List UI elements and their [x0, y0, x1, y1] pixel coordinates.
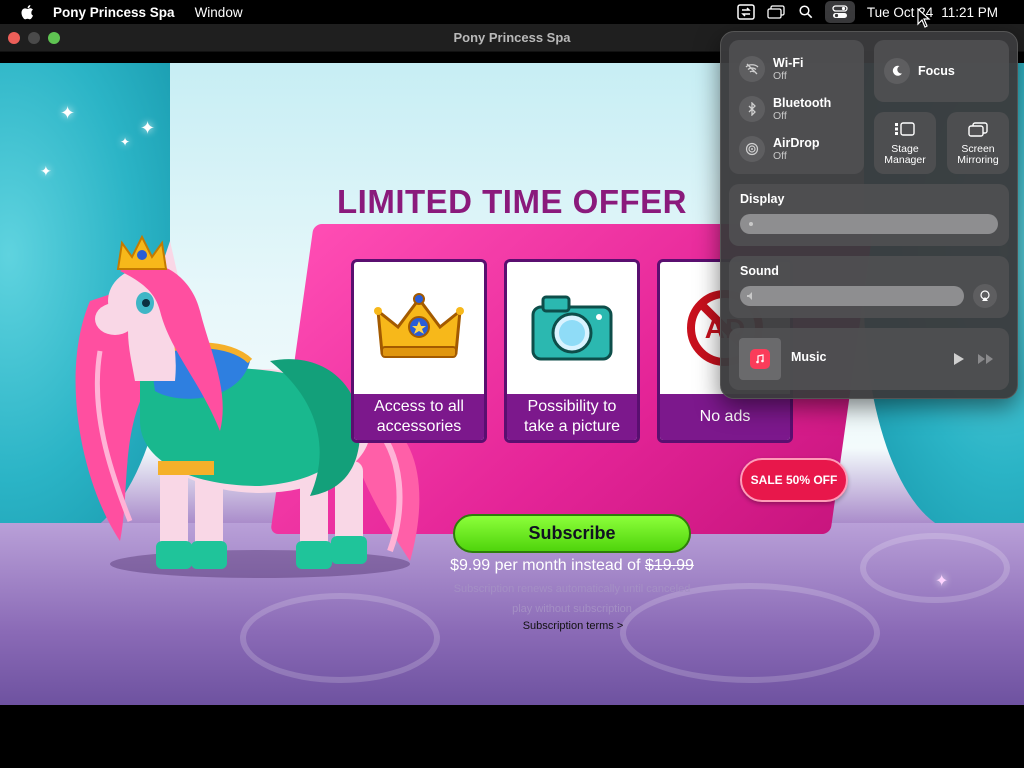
play-without-subscription-link[interactable]: play without subscription [0, 603, 1024, 615]
menubar-status-area: Tue Oct 24 11:21 PM [731, 0, 1024, 24]
camera-icon [507, 262, 637, 394]
sparkle-icon: ✦ [120, 135, 131, 149]
display-brightness-slider[interactable] [740, 214, 998, 234]
feature-card-accessories: Access to all accessories [351, 259, 487, 443]
bluetooth-state: Off [773, 110, 787, 122]
speaker-icon [747, 292, 752, 300]
sound-label: Sound [740, 264, 779, 278]
screen-mirroring-tile[interactable]: Screen Mirroring [947, 112, 1009, 174]
sale-badge: SALE 50% OFF [740, 458, 848, 502]
wifi-toggle[interactable]: Wi-Fi Off [739, 56, 803, 82]
connectivity-module: Wi-Fi Off Bluetooth Off AirDrop Off [729, 40, 864, 174]
feature-card-camera: Possibility to take a picture [504, 259, 640, 443]
sound-module: Sound [729, 256, 1009, 318]
brightness-icon [749, 222, 753, 226]
feature-card-label: No ads [660, 394, 790, 440]
screen-mirroring-icon [968, 122, 988, 137]
airdrop-toggle[interactable]: AirDrop Off [739, 136, 820, 162]
subscription-terms-link[interactable]: Subscription terms > [0, 620, 1024, 632]
focus-tile[interactable]: Focus [874, 40, 1009, 102]
clock-time: 11:21 PM [941, 4, 998, 20]
price-new: $9.99 [450, 557, 491, 574]
window-menu[interactable]: Window [195, 5, 243, 20]
music-app-icon [739, 338, 781, 380]
sound-volume-slider[interactable] [740, 286, 964, 306]
menubar-clock[interactable]: Tue Oct 24 11:21 PM [867, 5, 1006, 20]
close-window-button[interactable] [8, 32, 20, 44]
control-center-panel: Wi-Fi Off Bluetooth Off AirDrop Off Focus S… [720, 31, 1018, 399]
subscribe-button[interactable]: Subscribe [453, 514, 691, 553]
stage-manager-tile[interactable]: Stage Manager [874, 112, 936, 174]
minimize-window-button[interactable] [28, 32, 40, 44]
sparkle-icon: ✦ [40, 163, 52, 179]
app-menu-name[interactable]: Pony Princess Spa [53, 5, 175, 20]
wifi-off-icon [739, 56, 765, 82]
airdrop-state: Off [773, 150, 787, 162]
price-old: $19.99 [644, 557, 694, 574]
fast-forward-icon[interactable] [977, 353, 995, 365]
wifi-label: Wi-Fi [773, 56, 804, 70]
price-line: $9.99 per month instead of $19.99 [0, 557, 1024, 575]
bluetooth-icon [739, 96, 765, 122]
fullscreen-window-button[interactable] [48, 32, 60, 44]
control-center-icon[interactable] [824, 1, 855, 23]
music-label: Music [791, 350, 827, 364]
menu-bar: Pony Princess Spa Window Tue Oct 24 11:21… [0, 0, 1024, 24]
now-playing-module[interactable]: Music [729, 328, 1009, 390]
play-icon[interactable] [953, 352, 965, 366]
display-module: Display [729, 184, 1009, 246]
apple-logo-icon[interactable] [20, 4, 34, 20]
sparkle-icon: ✦ [60, 103, 76, 123]
subscription-fineprint: Subscription renews automatically until … [453, 583, 691, 595]
app-status-icon[interactable] [731, 0, 761, 24]
airdrop-icon [739, 136, 765, 162]
stage-manager-icon [895, 122, 915, 136]
bluetooth-label: Bluetooth [773, 96, 832, 110]
spotlight-search-icon[interactable] [791, 0, 821, 24]
crown-icon [354, 262, 484, 394]
moon-icon [884, 58, 910, 84]
display-label: Display [740, 192, 785, 206]
wifi-state: Off [773, 70, 787, 82]
stage-manager-label-2: Manager [884, 154, 926, 166]
feature-card-label: Possibility to take a picture [507, 394, 637, 440]
airdrop-label: AirDrop [773, 136, 820, 150]
bluetooth-toggle[interactable]: Bluetooth Off [739, 96, 831, 122]
sparkle-icon: ✦ [140, 118, 156, 138]
focus-label: Focus [918, 64, 955, 78]
window-switcher-icon[interactable] [761, 0, 791, 24]
feature-card-label: Access to all accessories [354, 394, 484, 440]
airplay-audio-icon[interactable] [973, 284, 997, 308]
screen-mirroring-label-2: Mirroring [957, 154, 999, 166]
floor-swirl-decoration [620, 583, 880, 683]
price-text: per month instead of [490, 557, 645, 574]
mouse-cursor-icon [917, 8, 931, 28]
